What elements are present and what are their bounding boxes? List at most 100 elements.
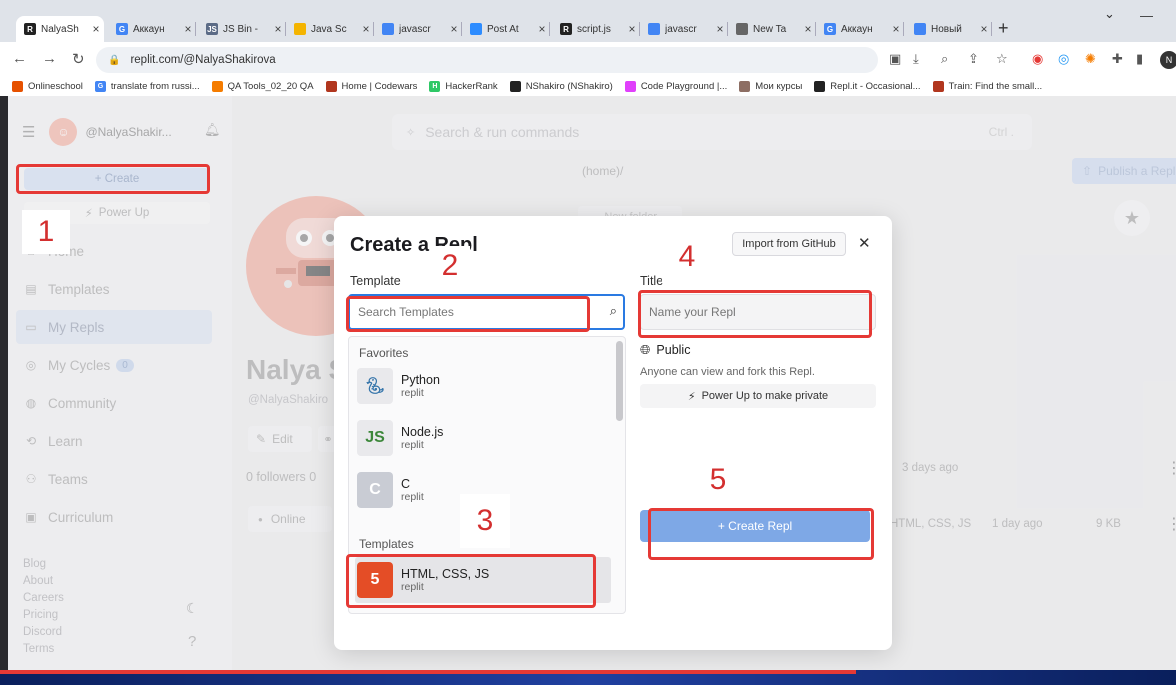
reload-icon[interactable]: ↻ [72,50,85,68]
new-tab-button[interactable]: + [998,18,1009,39]
tab-separator [991,22,992,36]
highlight-box-3 [346,554,596,608]
tab-search-icon[interactable]: ⌄ [1104,6,1115,22]
bookmark-8[interactable]: Мои курсы [739,80,802,92]
tab-close-icon[interactable]: × [446,22,462,36]
import-from-github-button[interactable]: Import from GitHub [732,232,846,256]
screenshot-icon[interactable]: ▣ [889,51,901,67]
visibility-public: 🌐︎ Public [640,342,690,358]
template-item-node-js[interactable]: JS Node.js replit [355,415,611,461]
tab-3[interactable]: JS JS Bin - × [198,16,286,42]
bookmark-label: Onlineschool [28,80,83,92]
tab-4[interactable]: Java Sc × [286,16,374,42]
template-item-python[interactable]: 🐍︎ Python replit [355,363,611,409]
template-owner: replit [401,439,424,451]
tab-close-icon[interactable]: × [534,22,550,36]
bookmark-5[interactable]: H HackerRank [429,80,498,92]
bookmark-label: NShakiro (NShakiro) [525,80,613,92]
step-number-1: 1 [22,210,70,254]
tab-11[interactable]: Новый × [906,16,992,42]
bookmark-9[interactable]: Repl.it - Occasional... [814,80,921,92]
install-icon[interactable]: ⤓ [913,51,919,67]
template-list-scrollbar[interactable] [616,341,623,421]
bookmarks-bar: Onlineschool Gtranslate from russi... QA T… [0,76,1176,96]
tab-close-icon[interactable]: × [800,22,816,36]
tab-close-icon[interactable]: × [712,22,728,36]
template-owner: replit [401,387,424,399]
bookmark-6[interactable]: NShakiro (NShakiro) [509,80,613,92]
highlight-box-5 [648,508,874,560]
window-edge [0,96,8,670]
bookmark-label: QA Tools_02_20 QA [227,80,314,92]
tab-separator [549,22,550,36]
python-icon: 🐍︎ [357,368,393,404]
tab-close-icon[interactable]: × [270,22,286,36]
tab-title: script.js [577,23,611,35]
extension-1-icon[interactable]: ◉ [1032,51,1043,67]
tab-title: New Ta [753,23,787,35]
tab-separator [903,22,904,36]
templates-heading: Templates [359,537,414,551]
google-icon: G [824,23,836,35]
tab-7[interactable]: Rscript.js × [552,16,640,42]
template-name: C [401,477,411,491]
search-icon[interactable]: ⌕ [610,303,617,319]
close-icon[interactable]: ✕ [858,234,871,252]
tab-2[interactable]: G Аккаун × [108,16,196,42]
share-icon[interactable]: ⇪ [968,51,979,67]
bookmark-10[interactable]: Train: Find the small... [932,80,1042,92]
sidepanel-icon[interactable]: ▮ [1136,51,1143,67]
bookmark-star-icon[interactable]: ☆ [996,51,1008,67]
extension-2-icon[interactable]: ◎ [1058,51,1069,67]
favorites-heading: Favorites [359,346,409,360]
bookmark-label: Code Playground |... [640,80,728,92]
step-number-2: 2 [430,246,470,286]
tab-9[interactable]: New Ta × [728,16,816,42]
replit-icon: R [560,23,572,35]
globe-icon [736,23,748,35]
tab-1[interactable]: R NalyaSh × [16,16,104,42]
tab-10[interactable]: G Аккаун × [816,16,904,42]
tab-close-icon[interactable]: × [180,22,196,36]
profile-avatar[interactable]: N [1160,51,1176,69]
tab-title: Post At [487,23,519,35]
template-name: Node.js [401,425,444,439]
bookmark-favicon-icon [509,80,521,92]
template-name: Python [401,373,440,387]
bookmark-favicon-icon [932,80,944,92]
bookmark-1[interactable]: Onlineschool [12,80,83,92]
bookmark-3[interactable]: QA Tools_02_20 QA [211,80,314,92]
bookmark-favicon-icon [12,80,23,92]
tab-close-icon[interactable]: × [888,22,904,36]
lightning-icon: ⚡︎ [687,390,696,403]
tab-close-icon[interactable]: × [358,22,374,36]
back-icon[interactable]: ← [12,50,27,67]
tab-close-icon[interactable]: × [624,22,640,36]
bookmark-favicon-icon: H [429,80,441,92]
tab-8[interactable]: javascr × [640,16,728,42]
bookmark-favicon-icon [739,80,751,92]
template-owner: replit [401,491,424,503]
extensions-puzzle-icon[interactable]: ✚ [1112,51,1123,67]
tab-6[interactable]: Post At × [462,16,550,42]
bookmark-label: Repl.it - Occasional... [830,80,921,92]
tab-separator [195,22,196,36]
browser-tab-strip: R NalyaSh × G Аккаун × JS JS Bin - × Java Sc × java… [0,0,1176,42]
bookmark-favicon-icon [211,80,223,92]
extension-3-icon[interactable]: ✺ [1085,51,1096,67]
zoom-icon[interactable]: ⌕ [941,51,948,67]
forward-icon[interactable]: → [42,50,57,67]
step-number-4: 4 [662,232,712,282]
tab-close-icon[interactable]: × [88,22,104,36]
tab-close-icon[interactable]: × [976,22,992,36]
minimize-icon[interactable]: — [1140,8,1153,23]
bookmark-label: translate from russi... [110,80,200,92]
bookmark-2[interactable]: Gtranslate from russi... [94,80,200,92]
power-up-private-button[interactable]: ⚡︎ Power Up to make private [640,384,876,408]
tab-title: NalyaSh [41,23,79,35]
address-bar[interactable]: 🔒 replit.com/@NalyaShakirova [96,47,878,73]
tab-5[interactable]: javascr × [374,16,462,42]
tab-title: Аккаун [841,23,873,35]
bookmark-7[interactable]: Code Playground |... [624,80,728,92]
bookmark-4[interactable]: Home | Codewars [325,80,417,92]
